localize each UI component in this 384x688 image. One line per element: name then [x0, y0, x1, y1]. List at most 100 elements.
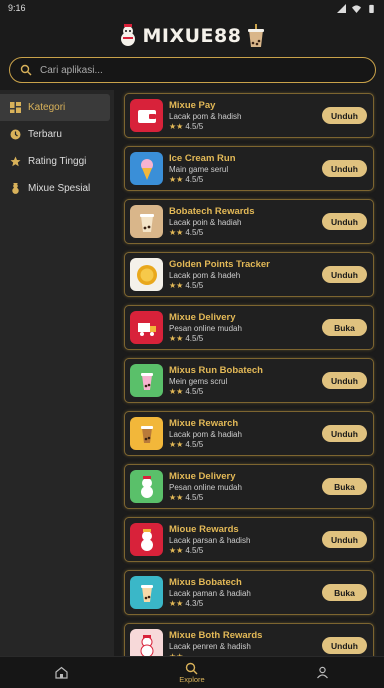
app-header: MIXUE88 [0, 22, 384, 50]
status-bar: 9:16 [0, 0, 384, 16]
app-card-mixue-pay[interactable]: Mixue Pay Lacak pom & hadish ★★ 4.5/5 Und… [124, 93, 374, 138]
open-button[interactable]: Buka [322, 319, 367, 336]
app-desc: Pesan online mudah [169, 483, 242, 492]
boba-run-icon [130, 364, 163, 397]
star-icon: ★★ [169, 387, 184, 396]
nav-profile[interactable] [316, 666, 329, 679]
download-button[interactable]: Unduh [322, 637, 367, 654]
coin-icon [130, 258, 163, 291]
download-button[interactable]: Unduh [322, 213, 367, 230]
home-icon [55, 666, 69, 679]
app-rating: ★★ 4.5/5 [169, 228, 255, 237]
app-name: Mixue Delivery [169, 471, 236, 482]
grid-icon [10, 102, 21, 113]
boba-cup-icon [245, 24, 267, 48]
app-desc: Mein gems scrul [169, 377, 228, 386]
app-name: Mixue Delivery [169, 312, 236, 323]
app-rating: ★★ 4.5/5 [169, 122, 242, 131]
app-card-golden-points-tracker[interactable]: Golden Points Tracker Lacak pom & hadeh … [124, 252, 374, 297]
rating-value: 4.5/5 [185, 334, 204, 343]
app-desc: Lacak poin & hadiah [169, 218, 242, 227]
app-card-mioue-rewards[interactable]: Mioue Rewards Lacak parsan & hadish ★★ 4.… [124, 517, 374, 562]
rating-value: 4.5/5 [185, 228, 204, 237]
download-button[interactable]: Unduh [322, 160, 367, 177]
app-name: Mixus Run Bobatech [169, 365, 263, 376]
star-icon [10, 156, 21, 167]
boba-icon [130, 417, 163, 450]
star-icon: ★★ [169, 281, 184, 290]
star-icon: ★★ [169, 440, 184, 449]
app-card-bobatech-rewards[interactable]: Bobatech Rewards Lacak poin & hadiah ★★ 4… [124, 199, 374, 244]
battery-icon [369, 4, 374, 13]
app-card-mixue-delivery-2[interactable]: Mixue Delivery Pesan online mudah ★★ 4.5/… [124, 464, 374, 509]
star-icon: ★★ [169, 599, 184, 608]
ice-cream-icon [130, 152, 163, 185]
rating-value: 4.5/5 [185, 387, 204, 396]
profile-icon [316, 666, 328, 679]
search-bar[interactable] [9, 57, 376, 83]
sidebar-item-label: Terbaru [28, 129, 62, 140]
rating-value: 4.5/5 [185, 122, 204, 131]
rating-value: 4.5/5 [185, 281, 204, 290]
app-rating: ★★ 4.5/5 [169, 175, 236, 184]
mascot-icon [12, 183, 19, 194]
app-name: Bobatech Rewards [169, 206, 255, 217]
app-name: Mixus Bobatech [169, 577, 242, 588]
rating-value: 4.5/5 [185, 175, 204, 184]
app-rating: ★★ 4.5/5 [169, 281, 270, 290]
app-rating: ★★ 4.3/5 [169, 599, 251, 608]
mascot-icon [130, 523, 163, 556]
app-desc: Lacak pom & hadiah [169, 430, 242, 439]
app-card-mixus-bobatech[interactable]: Mixus Bobatech Lacak paman & hadiah ★★ 4.… [124, 570, 374, 615]
sidebar-item-kategori[interactable]: Kategori [0, 94, 110, 121]
sidebar-item-rating-tinggi[interactable]: Rating Tinggi [0, 148, 114, 175]
sidebar: Kategori Terbaru Rating Tinggi Mixue Spe… [0, 90, 114, 656]
app-desc: Lacak paman & hadiah [169, 589, 251, 598]
download-button[interactable]: Unduh [322, 107, 367, 124]
bottom-navigation: Explore [0, 656, 384, 688]
wifi-icon [352, 4, 361, 13]
app-desc: Lacak pom & hadeh [169, 271, 241, 280]
rating-value: 4.5/5 [185, 493, 204, 502]
app-desc: Lacak pom & hadish [169, 112, 242, 121]
app-card-ice-cream-run[interactable]: Ice Cream Run Main game serul ★★ 4.5/5 Un… [124, 146, 374, 191]
app-desc: Pesan online mudah [169, 324, 242, 333]
star-icon: ★★ [169, 334, 184, 343]
clock-icon [10, 129, 21, 140]
app-list: Mixue Pay Lacak pom & hadish ★★ 4.5/5 Und… [124, 93, 374, 676]
app-card-mixue-rewarch[interactable]: Mixue Rewarch Lacak pom & hadiah ★★ 4.5/5… [124, 411, 374, 456]
app-desc: Lacak penren & hadish [169, 642, 251, 651]
open-button[interactable]: Buka [322, 478, 367, 495]
boba-icon [130, 205, 163, 238]
download-button[interactable]: Unduh [322, 425, 367, 442]
app-desc: Lacak parsan & hadish [169, 536, 251, 545]
app-rating: ★★ 4.5/5 [169, 387, 263, 396]
nav-home[interactable] [55, 666, 69, 679]
boba-icon [130, 576, 163, 609]
app-title: MIXUE88 [142, 25, 242, 47]
status-time: 9:16 [8, 3, 26, 13]
status-icons [337, 3, 376, 13]
rating-value: 4.5/5 [185, 440, 204, 449]
open-button[interactable]: Buka [322, 584, 367, 601]
star-icon: ★★ [169, 175, 184, 184]
download-button[interactable]: Unduh [322, 266, 367, 283]
signal-icon [337, 3, 346, 13]
app-name: Mixue Rewarch [169, 418, 239, 429]
download-button[interactable]: Unduh [322, 372, 367, 389]
search-input[interactable] [40, 64, 340, 76]
search-icon [20, 64, 32, 76]
sidebar-item-mixue-spesial[interactable]: Mixue Spesial [0, 175, 114, 202]
sidebar-item-terbaru[interactable]: Terbaru [0, 121, 114, 148]
app-card-mixus-run-bobatech[interactable]: Mixus Run Bobatech Mein gems scrul ★★ 4.5… [124, 358, 374, 403]
nav-explore[interactable]: Explore [179, 662, 205, 684]
rating-value: 4.3/5 [185, 599, 204, 608]
app-name: Golden Points Tracker [169, 259, 270, 270]
download-button[interactable]: Unduh [322, 531, 367, 548]
app-rating: ★★ 4.5/5 [169, 546, 250, 555]
app-card-mixue-delivery[interactable]: Mixue Delivery Pesan online mudah ★★ 4.5/… [124, 305, 374, 350]
app-name: Mixue Pay [169, 100, 216, 111]
app-desc: Main game serul [169, 165, 229, 174]
sidebar-item-label: Rating Tinggi [28, 156, 87, 167]
app-name: Ice Cream Run [169, 153, 236, 164]
